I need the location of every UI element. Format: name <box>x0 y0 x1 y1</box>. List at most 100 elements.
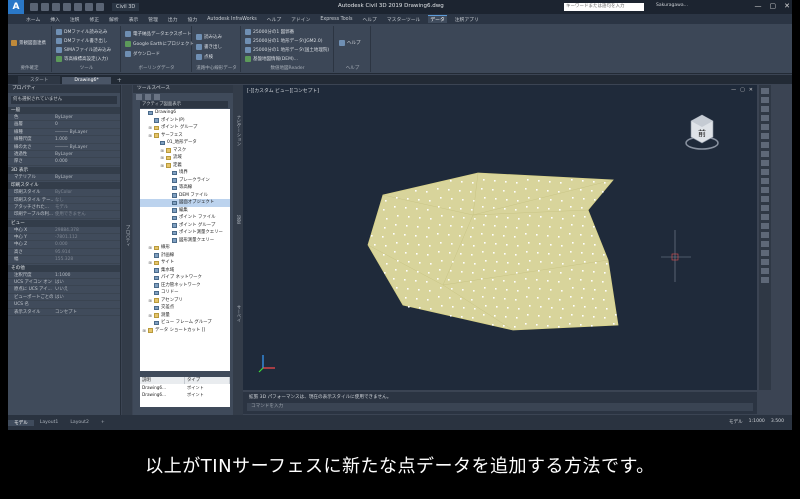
tree-node[interactable]: 図面オブジェクト <box>140 199 230 207</box>
expand-icon[interactable]: ⊞ <box>142 327 146 335</box>
ribbon-tab[interactable]: 挿入 <box>48 16 62 23</box>
tree-node[interactable]: 計画線 <box>140 252 230 260</box>
property-value[interactable]: モデル <box>53 204 120 210</box>
ribbon-tab[interactable]: マスターツール <box>385 16 422 23</box>
expand-icon[interactable]: ⊞ <box>148 259 152 267</box>
property-row[interactable]: UCS アイコン オン はい <box>8 279 120 287</box>
tree-node[interactable]: ⊞ 測量 <box>140 312 230 320</box>
expand-icon[interactable]: ⊞ <box>148 312 152 320</box>
tree-node[interactable]: ⊞ ポイント グループ <box>140 124 230 132</box>
property-row[interactable]: 幅 155.328 <box>8 256 120 264</box>
viewport-controls-label[interactable]: [-][カスタム ビュー][コンセプト] <box>247 87 319 94</box>
property-value[interactable]: 1.000 <box>53 136 120 142</box>
layout-tab-layout2[interactable]: Layout2 <box>64 420 95 425</box>
tree-node[interactable]: ⊞ サイト <box>140 259 230 267</box>
tree-node[interactable]: 境界 <box>140 169 230 177</box>
property-row[interactable]: 表示スタイル コンセプト <box>8 309 120 316</box>
property-value[interactable]: 1:1000 <box>53 272 120 278</box>
ribbon-item[interactable]: 25000分の1 地形データ(国土地理院) <box>245 47 329 53</box>
tree-node[interactable]: ブレークライン <box>140 177 230 185</box>
search-input[interactable]: キーワードまたは語句を入力 <box>564 3 644 11</box>
property-row[interactable]: 印刷スタイル ByColor <box>8 189 120 197</box>
viewport-close-button[interactable]: ✕ <box>749 87 753 93</box>
nav-tool-icon[interactable] <box>761 187 769 193</box>
nav-tool-icon[interactable] <box>761 232 769 238</box>
nav-tool-icon[interactable] <box>761 250 769 256</box>
open-icon[interactable] <box>41 3 49 11</box>
tree-node[interactable]: ポイント測量クエリー <box>140 229 230 237</box>
property-row[interactable]: 厚さ 0.000 <box>8 158 120 166</box>
elevation-readout[interactable]: 3.500 <box>771 419 784 425</box>
tree-node[interactable]: コリドー <box>140 289 230 297</box>
expand-icon[interactable]: ⊞ <box>148 244 152 252</box>
tree-node[interactable]: ⊞ アセンブリ <box>140 297 230 305</box>
toolspace-button[interactable] <box>145 94 151 100</box>
expand-icon[interactable]: ⊞ <box>160 147 164 155</box>
ribbon-item[interactable]: SIMAファイル読み込み <box>56 47 111 53</box>
property-row[interactable]: 線種 ――― ByLayer <box>8 129 120 137</box>
property-value[interactable]: 0 <box>53 121 120 127</box>
expand-icon[interactable]: ⊞ <box>148 132 152 140</box>
nav-tool-icon[interactable] <box>761 196 769 202</box>
tree-node[interactable]: 集水域 <box>140 267 230 275</box>
property-value[interactable]: 95.914 <box>53 249 120 255</box>
property-value[interactable]: はい <box>53 279 120 285</box>
workspace-selector[interactable]: Civil 3D <box>112 3 140 11</box>
property-value[interactable]: ――― ByLayer <box>53 129 120 135</box>
drawing-viewport[interactable]: [-][カスタム ビュー][コンセプト] — ▢ ✕ 前 <box>243 85 757 390</box>
toolspace-button[interactable] <box>136 94 142 100</box>
ribbon-item[interactable]: ヘルプ <box>339 40 361 46</box>
expand-icon[interactable]: ⊞ <box>160 154 164 162</box>
ribbon-tab[interactable]: 表示 <box>127 16 141 23</box>
ribbon-tab[interactable]: ヘルプ <box>265 16 283 23</box>
user-account[interactable]: Sakuragawa... <box>656 3 688 8</box>
ribbon-item[interactable]: 等高線標高設定(入力) <box>56 56 108 62</box>
nav-tool-icon[interactable] <box>761 133 769 139</box>
application-menu-button[interactable]: A <box>8 0 24 14</box>
minimize-button[interactable]: — <box>755 2 762 10</box>
tree-node[interactable]: ビュー フレーム グループ <box>140 319 230 327</box>
property-value[interactable]: ByColor <box>53 189 120 195</box>
tree-node[interactable]: ⊞ サーフェス <box>140 132 230 140</box>
command-input[interactable]: コマンドを入力 <box>247 403 753 411</box>
tree-node[interactable]: ⊞ 流域 <box>140 154 230 162</box>
doc-tab-start[interactable]: スタート <box>18 76 61 84</box>
property-row[interactable]: 線種尺度 1.000 <box>8 136 120 144</box>
property-value[interactable]: ――― ByLayer <box>53 144 120 150</box>
ribbon-tab[interactable]: Autodesk InfraWorks <box>205 17 259 22</box>
nav-tool-icon[interactable] <box>761 88 769 94</box>
ribbon-item[interactable]: ダウンロード <box>125 51 160 57</box>
property-row[interactable]: 中心 Y -7801.112 <box>8 234 120 242</box>
property-value[interactable]: 29884.378 <box>53 227 120 233</box>
property-value[interactable]: 155.328 <box>53 256 120 262</box>
nav-tool-icon[interactable] <box>761 169 769 175</box>
property-row[interactable]: UCS 名 <box>8 301 120 309</box>
property-row[interactable]: 印刷テーブルの利... 使用できません <box>8 211 120 219</box>
tree-node[interactable]: DEM ファイル <box>140 192 230 200</box>
property-value[interactable]: ByLayer <box>53 114 120 120</box>
property-row[interactable]: 印刷スタイル テー... なし <box>8 197 120 204</box>
tree-node[interactable]: ポイント ファイル <box>140 214 230 222</box>
properties-side-strip[interactable]: プロパティ <box>122 85 132 415</box>
toolspace-button[interactable] <box>154 94 160 100</box>
nav-tool-icon[interactable] <box>761 160 769 166</box>
nav-tool-icon[interactable] <box>761 205 769 211</box>
ribbon-item[interactable]: Google Earthにプロジェクト <box>125 41 194 47</box>
tree-node[interactable]: 編集 <box>140 207 230 215</box>
property-value[interactable]: いいえ <box>53 286 120 292</box>
annotation-scale[interactable]: 1:1000 <box>749 419 765 425</box>
nav-tool-icon[interactable] <box>761 277 769 283</box>
property-row[interactable]: マテリアル ByLayer <box>8 174 120 182</box>
nav-tool-icon[interactable] <box>761 151 769 157</box>
ribbon-item[interactable]: DMファイル書き出し <box>56 38 107 44</box>
ribbon-item[interactable]: 点検 <box>196 54 213 60</box>
list-row[interactable]: Drawing6... ポイント <box>140 391 230 398</box>
property-row[interactable]: 中心 Z 0.000 <box>8 241 120 249</box>
ribbon-tab[interactable]: 管理 <box>146 16 160 23</box>
property-row[interactable]: 中心 X 29884.378 <box>8 227 120 235</box>
ribbon-tab[interactable]: 出力 <box>166 16 180 23</box>
tree-node[interactable]: 01_地形データ <box>140 139 230 147</box>
ribbon-tab[interactable]: アドイン <box>289 16 312 23</box>
expand-icon[interactable]: ⊞ <box>160 162 164 170</box>
undo-icon[interactable] <box>85 3 93 11</box>
